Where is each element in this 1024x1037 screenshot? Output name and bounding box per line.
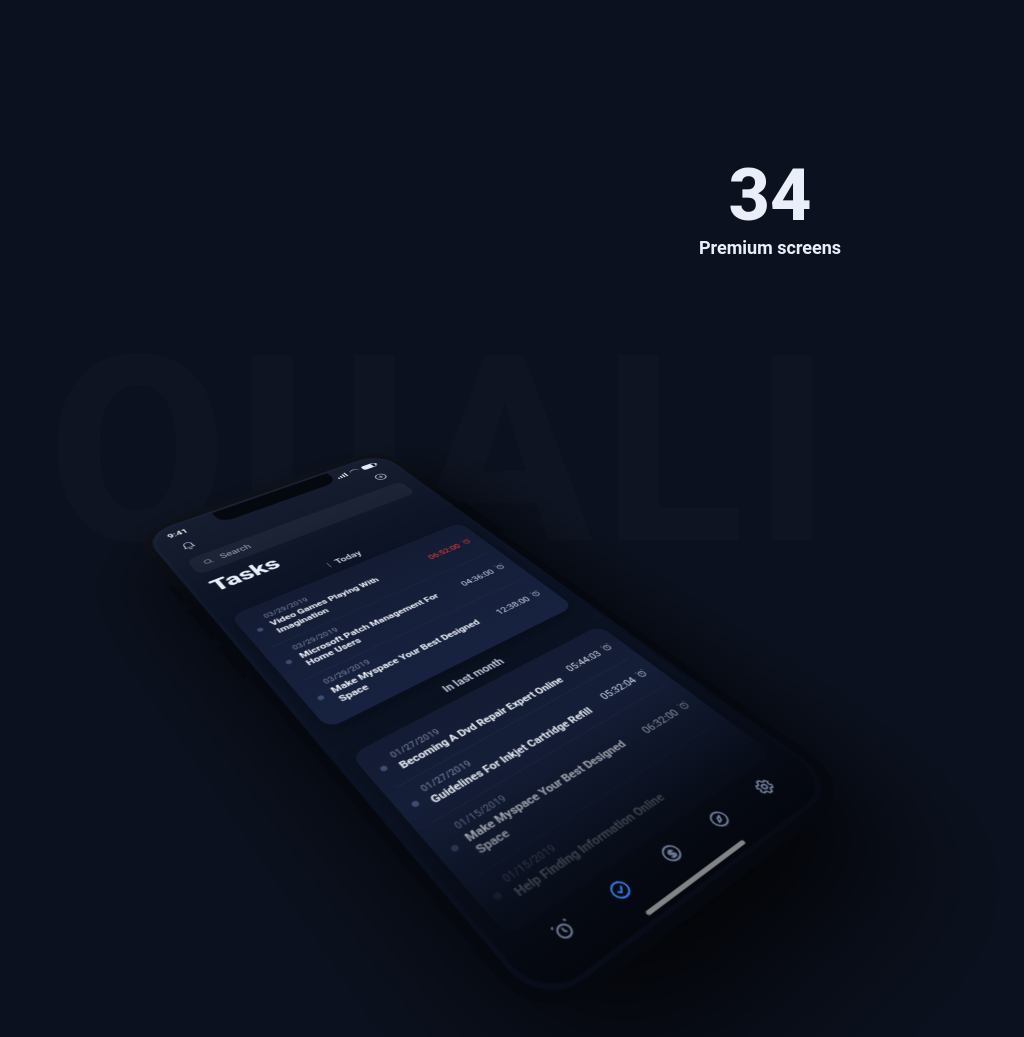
task-bullet-icon [256, 627, 264, 632]
phone-mute-switch [168, 585, 186, 603]
task-date: 01/27/2019 [388, 667, 558, 760]
alarm-icon [528, 589, 546, 600]
task-row[interactable]: 01/27/2019 Becoming A Dvd Repair Expert … [367, 634, 630, 788]
search-icon [200, 556, 217, 566]
task-bullet-icon [316, 694, 325, 700]
task-time: 04:36:00 [458, 562, 509, 588]
task-card-last-month: 01/27/2019 Becoming A Dvd Repair Expert … [350, 625, 773, 938]
task-time: 06:52:00 [426, 537, 476, 561]
task-time: 05:44:03 [562, 642, 617, 674]
nav-explore[interactable] [691, 797, 748, 842]
phone-screen: 9:41 [147, 455, 832, 1003]
task-bullet-icon [492, 892, 503, 902]
dollar-circle-icon [655, 840, 688, 867]
promo-number: 34 [640, 160, 900, 232]
task-time: 05:32:04 [596, 667, 652, 702]
promo-subtitle: Premium screens [640, 238, 900, 259]
alarm-icon [674, 699, 695, 714]
bell-icon [178, 540, 199, 553]
alarm-icon [598, 642, 617, 655]
phone-volume-down [216, 644, 249, 680]
notifications-button[interactable] [172, 536, 205, 556]
nav-tasks[interactable] [589, 865, 650, 917]
alarm-icon [459, 537, 475, 547]
alarm-icon [492, 562, 509, 572]
plus-circle-icon [371, 472, 391, 482]
nav-settings[interactable] [736, 766, 792, 808]
nav-alarm[interactable] [533, 903, 596, 959]
alarm-icon [632, 667, 652, 681]
gear-icon [749, 775, 780, 798]
task-bullet-icon [379, 765, 389, 773]
phone-frame: 9:41 [131, 448, 857, 1032]
nav-cost[interactable] [642, 830, 701, 878]
compass-icon [703, 806, 735, 831]
task-bullet-icon [285, 659, 293, 665]
add-button[interactable] [366, 469, 396, 485]
task-title: Becoming A Dvd Repair Expert Online [396, 673, 569, 771]
alarm-clock-icon [546, 915, 581, 947]
task-time: 12:38:00 [493, 589, 545, 617]
task-time: 06:32:00 [638, 699, 696, 736]
task-bullet-icon [410, 800, 420, 808]
task-bullet-icon [449, 844, 460, 853]
check-circle-icon [603, 876, 637, 905]
promo-block: 34 Premium screens [640, 160, 900, 259]
